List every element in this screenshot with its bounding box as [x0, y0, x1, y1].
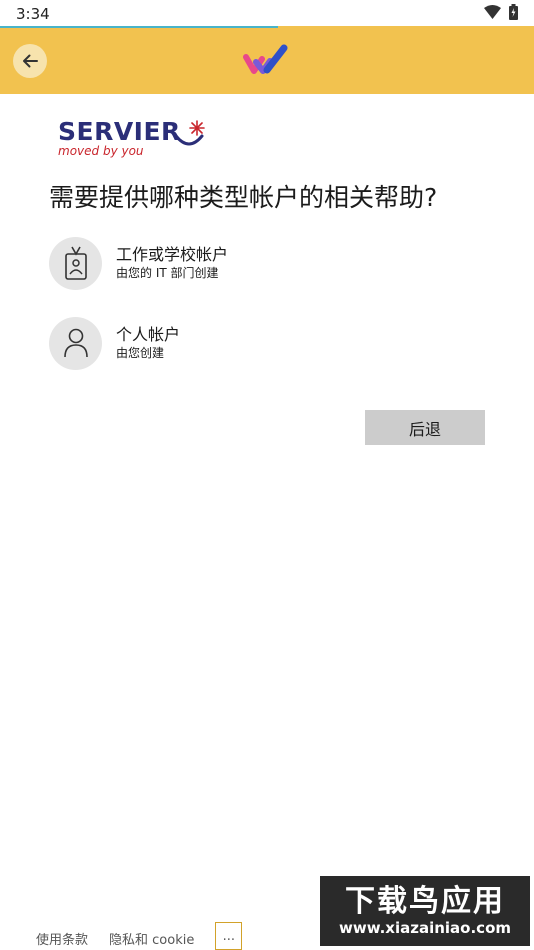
watermark-url: www.xiazainiao.com	[338, 919, 512, 937]
watermark-title: 下载鸟应用	[345, 884, 505, 919]
servier-logo: SERVIER moved by you	[58, 117, 181, 159]
watermark: 下载鸟应用 www.xiazainiao.com	[320, 876, 530, 946]
page-title: 需要提供哪种类型帐户的相关帮助?	[49, 183, 438, 212]
option-icon-circle	[49, 236, 102, 290]
status-bar: 3:34	[0, 0, 534, 29]
back-button[interactable]: 后退	[365, 410, 485, 445]
option-label: 个人帐户	[116, 325, 181, 344]
status-icons	[484, 4, 518, 20]
option-personal-account[interactable]: 个人帐户 由您创建	[49, 315, 469, 371]
more-options-button[interactable]: ...	[215, 922, 243, 950]
option-label: 工作或学校帐户	[116, 245, 229, 264]
brand-name: SERVIER	[58, 117, 181, 146]
back-nav-button[interactable]	[13, 44, 47, 78]
option-work-school-account[interactable]: 工作或学校帐户 由您的 IT 部门创建	[49, 235, 469, 291]
header-bar	[0, 28, 534, 94]
footer: 使用条款 隐私和 cookie ...	[36, 922, 243, 950]
person-icon	[63, 328, 88, 358]
arrow-left-icon	[23, 54, 38, 68]
wifi-icon	[484, 5, 501, 19]
badge-icon	[64, 246, 87, 280]
status-time: 3:34	[16, 5, 50, 23]
option-sublabel: 由您创建	[116, 346, 165, 360]
brand-tagline: moved by you	[58, 144, 144, 158]
app-logo-icon	[243, 44, 288, 74]
battery-icon	[509, 4, 518, 20]
option-icon-circle	[49, 316, 102, 370]
option-sublabel: 由您的 IT 部门创建	[116, 266, 219, 280]
servier-smile-icon	[174, 134, 204, 146]
privacy-link[interactable]: 隐私和 cookie	[109, 929, 194, 948]
terms-link[interactable]: 使用条款	[36, 929, 88, 948]
